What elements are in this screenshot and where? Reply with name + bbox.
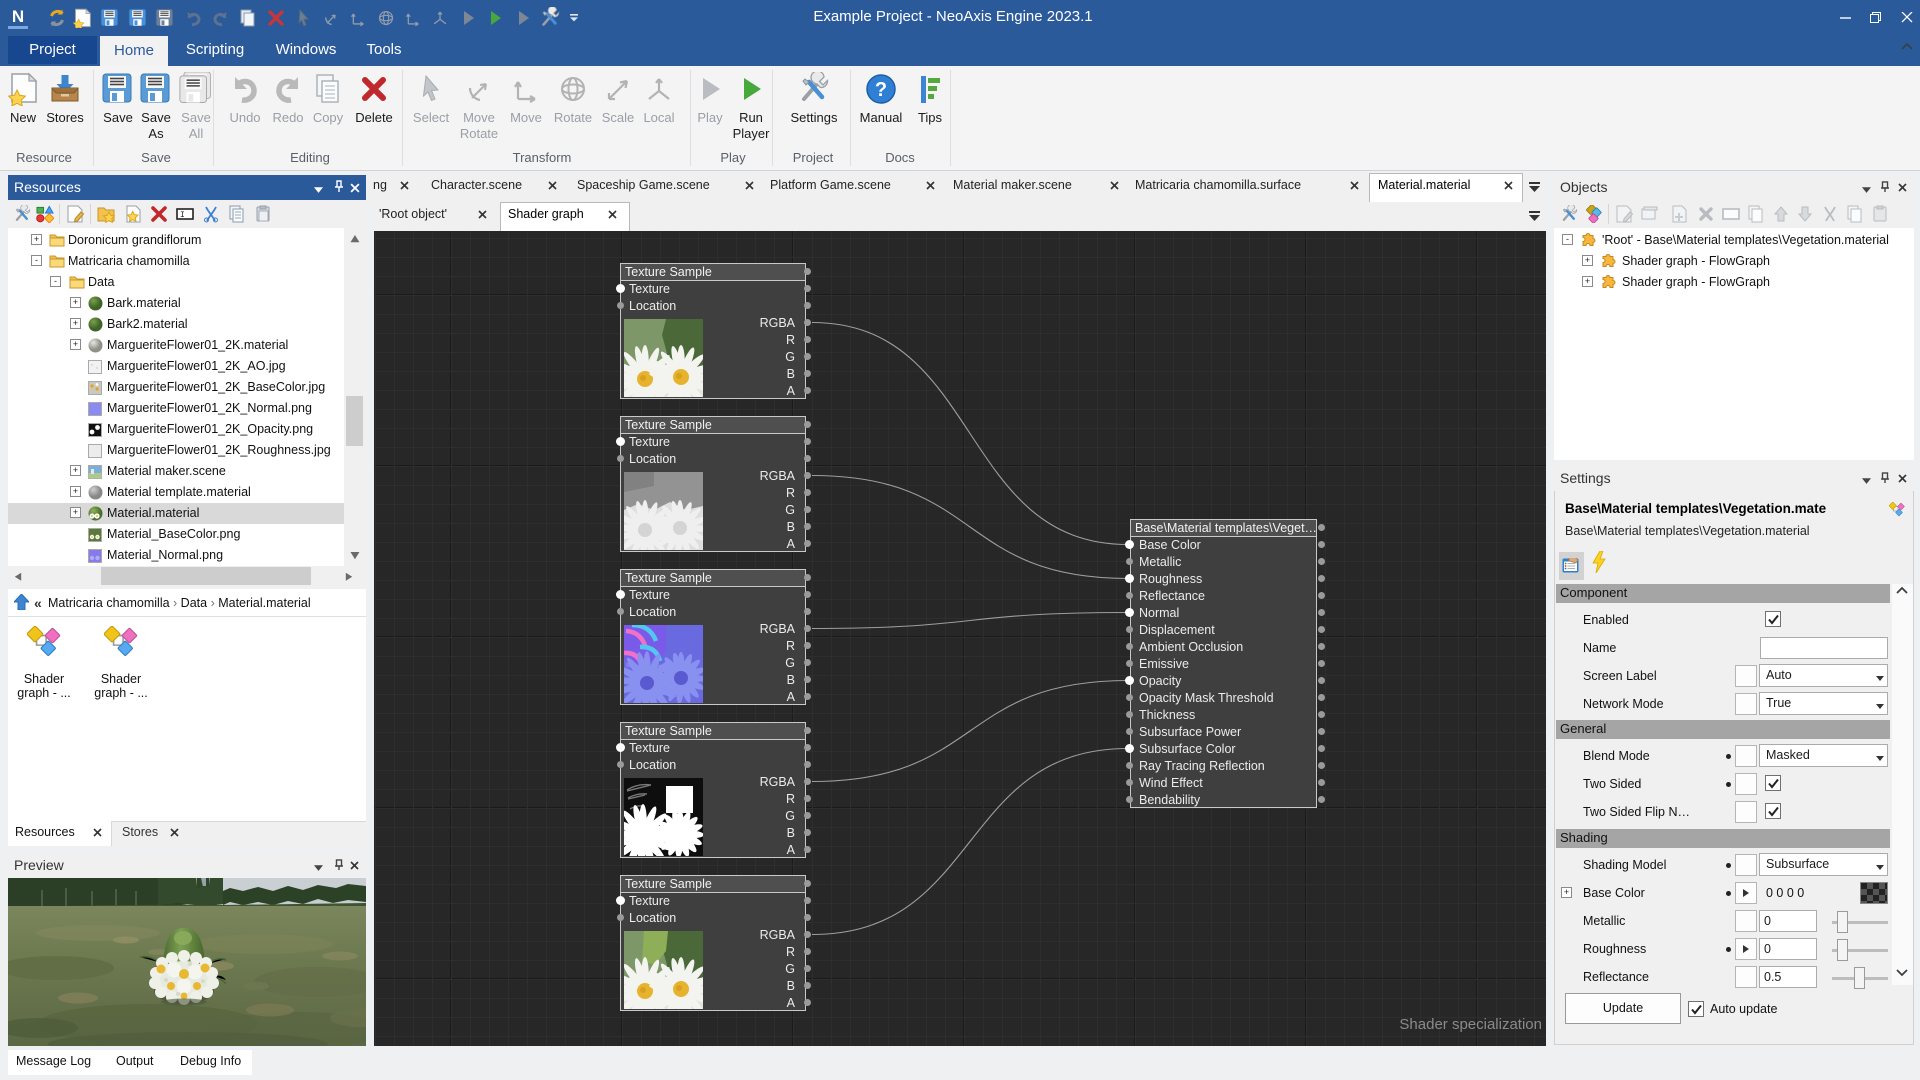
svg-text:?: ? <box>875 79 887 101</box>
svg-text:I: I <box>180 211 185 220</box>
